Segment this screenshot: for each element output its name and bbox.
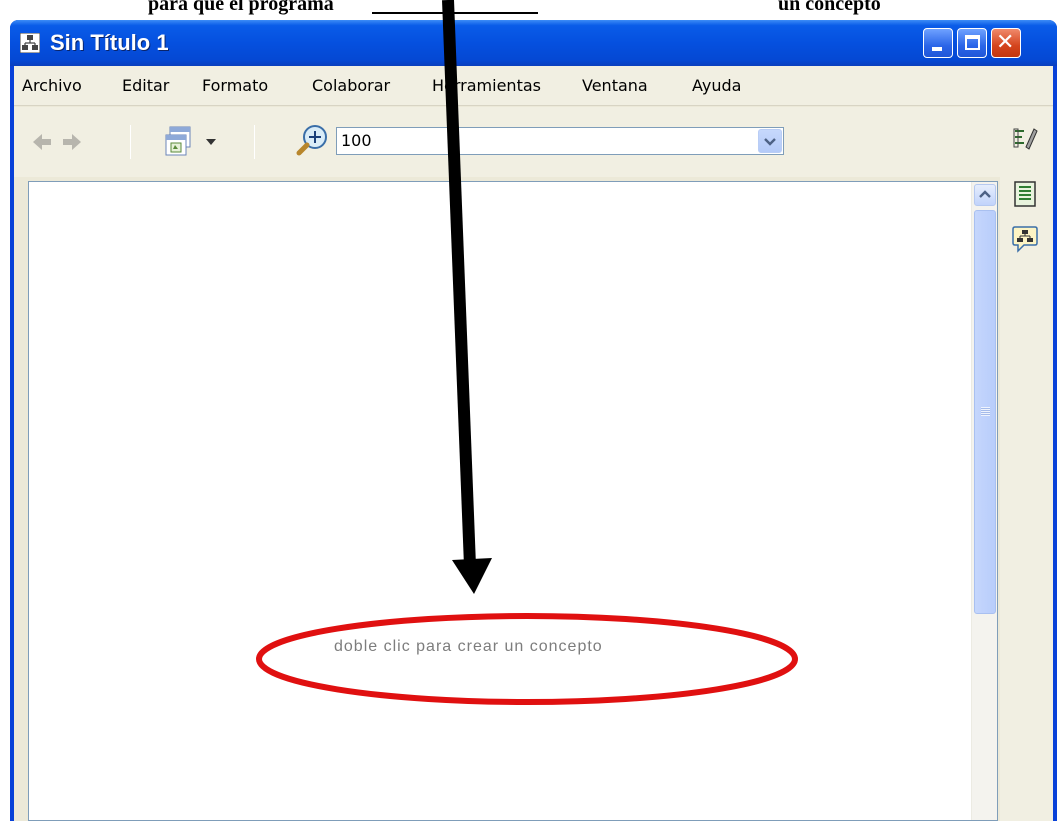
maximize-icon (965, 35, 980, 50)
menu-editar[interactable]: Editar (122, 66, 169, 106)
document-caption: para que el programa un concepto (0, 0, 1057, 22)
caption-blank-line (372, 12, 538, 14)
minimize-button[interactable] (923, 28, 953, 58)
window-title: Sin Título 1 (50, 30, 169, 55)
toolbar-separator (130, 125, 131, 159)
caption-right-text: un concepto (778, 0, 881, 15)
styles-icon[interactable] (1012, 125, 1040, 151)
menu-formato[interactable]: Formato (202, 66, 268, 106)
side-panel (1000, 107, 1053, 821)
window-client: Archivo Editar Formato Colaborar Herrami… (14, 66, 1053, 821)
collaboration-icon[interactable] (1012, 225, 1038, 253)
menu-archivo[interactable]: Archivo (22, 66, 82, 106)
menu-herramientas[interactable]: Herramientas (432, 66, 541, 106)
menu-ayuda[interactable]: Ayuda (692, 66, 741, 106)
close-button[interactable]: ✕ (991, 28, 1021, 58)
zoom-combobox[interactable]: 100 (336, 127, 784, 155)
menu-colaborar[interactable]: Colaborar (312, 66, 390, 106)
arrow-right-icon[interactable] (62, 133, 82, 151)
close-icon: ✕ (996, 30, 1015, 55)
caption-left-text: para que el programa (148, 0, 334, 15)
scroll-up-button[interactable] (974, 184, 996, 206)
menu-bar: Archivo Editar Formato Colaborar Herrami… (14, 66, 1053, 106)
concept-map-canvas[interactable]: doble clic para crear un concepto (28, 181, 998, 821)
minimize-icon (932, 47, 942, 51)
toolbar-separator (254, 125, 255, 159)
toolbar: 100 (14, 107, 1053, 177)
canvas-hint: doble clic para crear un concepto (334, 638, 603, 655)
title-bar[interactable]: Sin Título 1 ✕ (10, 20, 1057, 66)
menu-ventana[interactable]: Ventana (582, 66, 648, 106)
zoom-value: 100 (341, 131, 372, 150)
zoom-dropdown-button[interactable] (758, 129, 782, 153)
arrow-left-icon[interactable] (32, 133, 52, 151)
concept-map-icon (20, 33, 40, 53)
chevron-down-icon (764, 138, 776, 146)
notes-icon[interactable] (1014, 181, 1036, 207)
vertical-scrollbar[interactable] (971, 182, 997, 820)
zoom-in-icon[interactable] (296, 123, 330, 157)
maximize-button[interactable] (957, 28, 987, 58)
chevron-down-icon[interactable] (205, 138, 217, 146)
scroll-thumb[interactable] (974, 210, 996, 614)
window-view-icon[interactable] (164, 125, 198, 159)
scroll-grip (981, 407, 990, 416)
app-window: Sin Título 1 ✕ Archivo Editar Formato Co… (10, 20, 1057, 821)
chevron-up-icon (979, 190, 991, 198)
